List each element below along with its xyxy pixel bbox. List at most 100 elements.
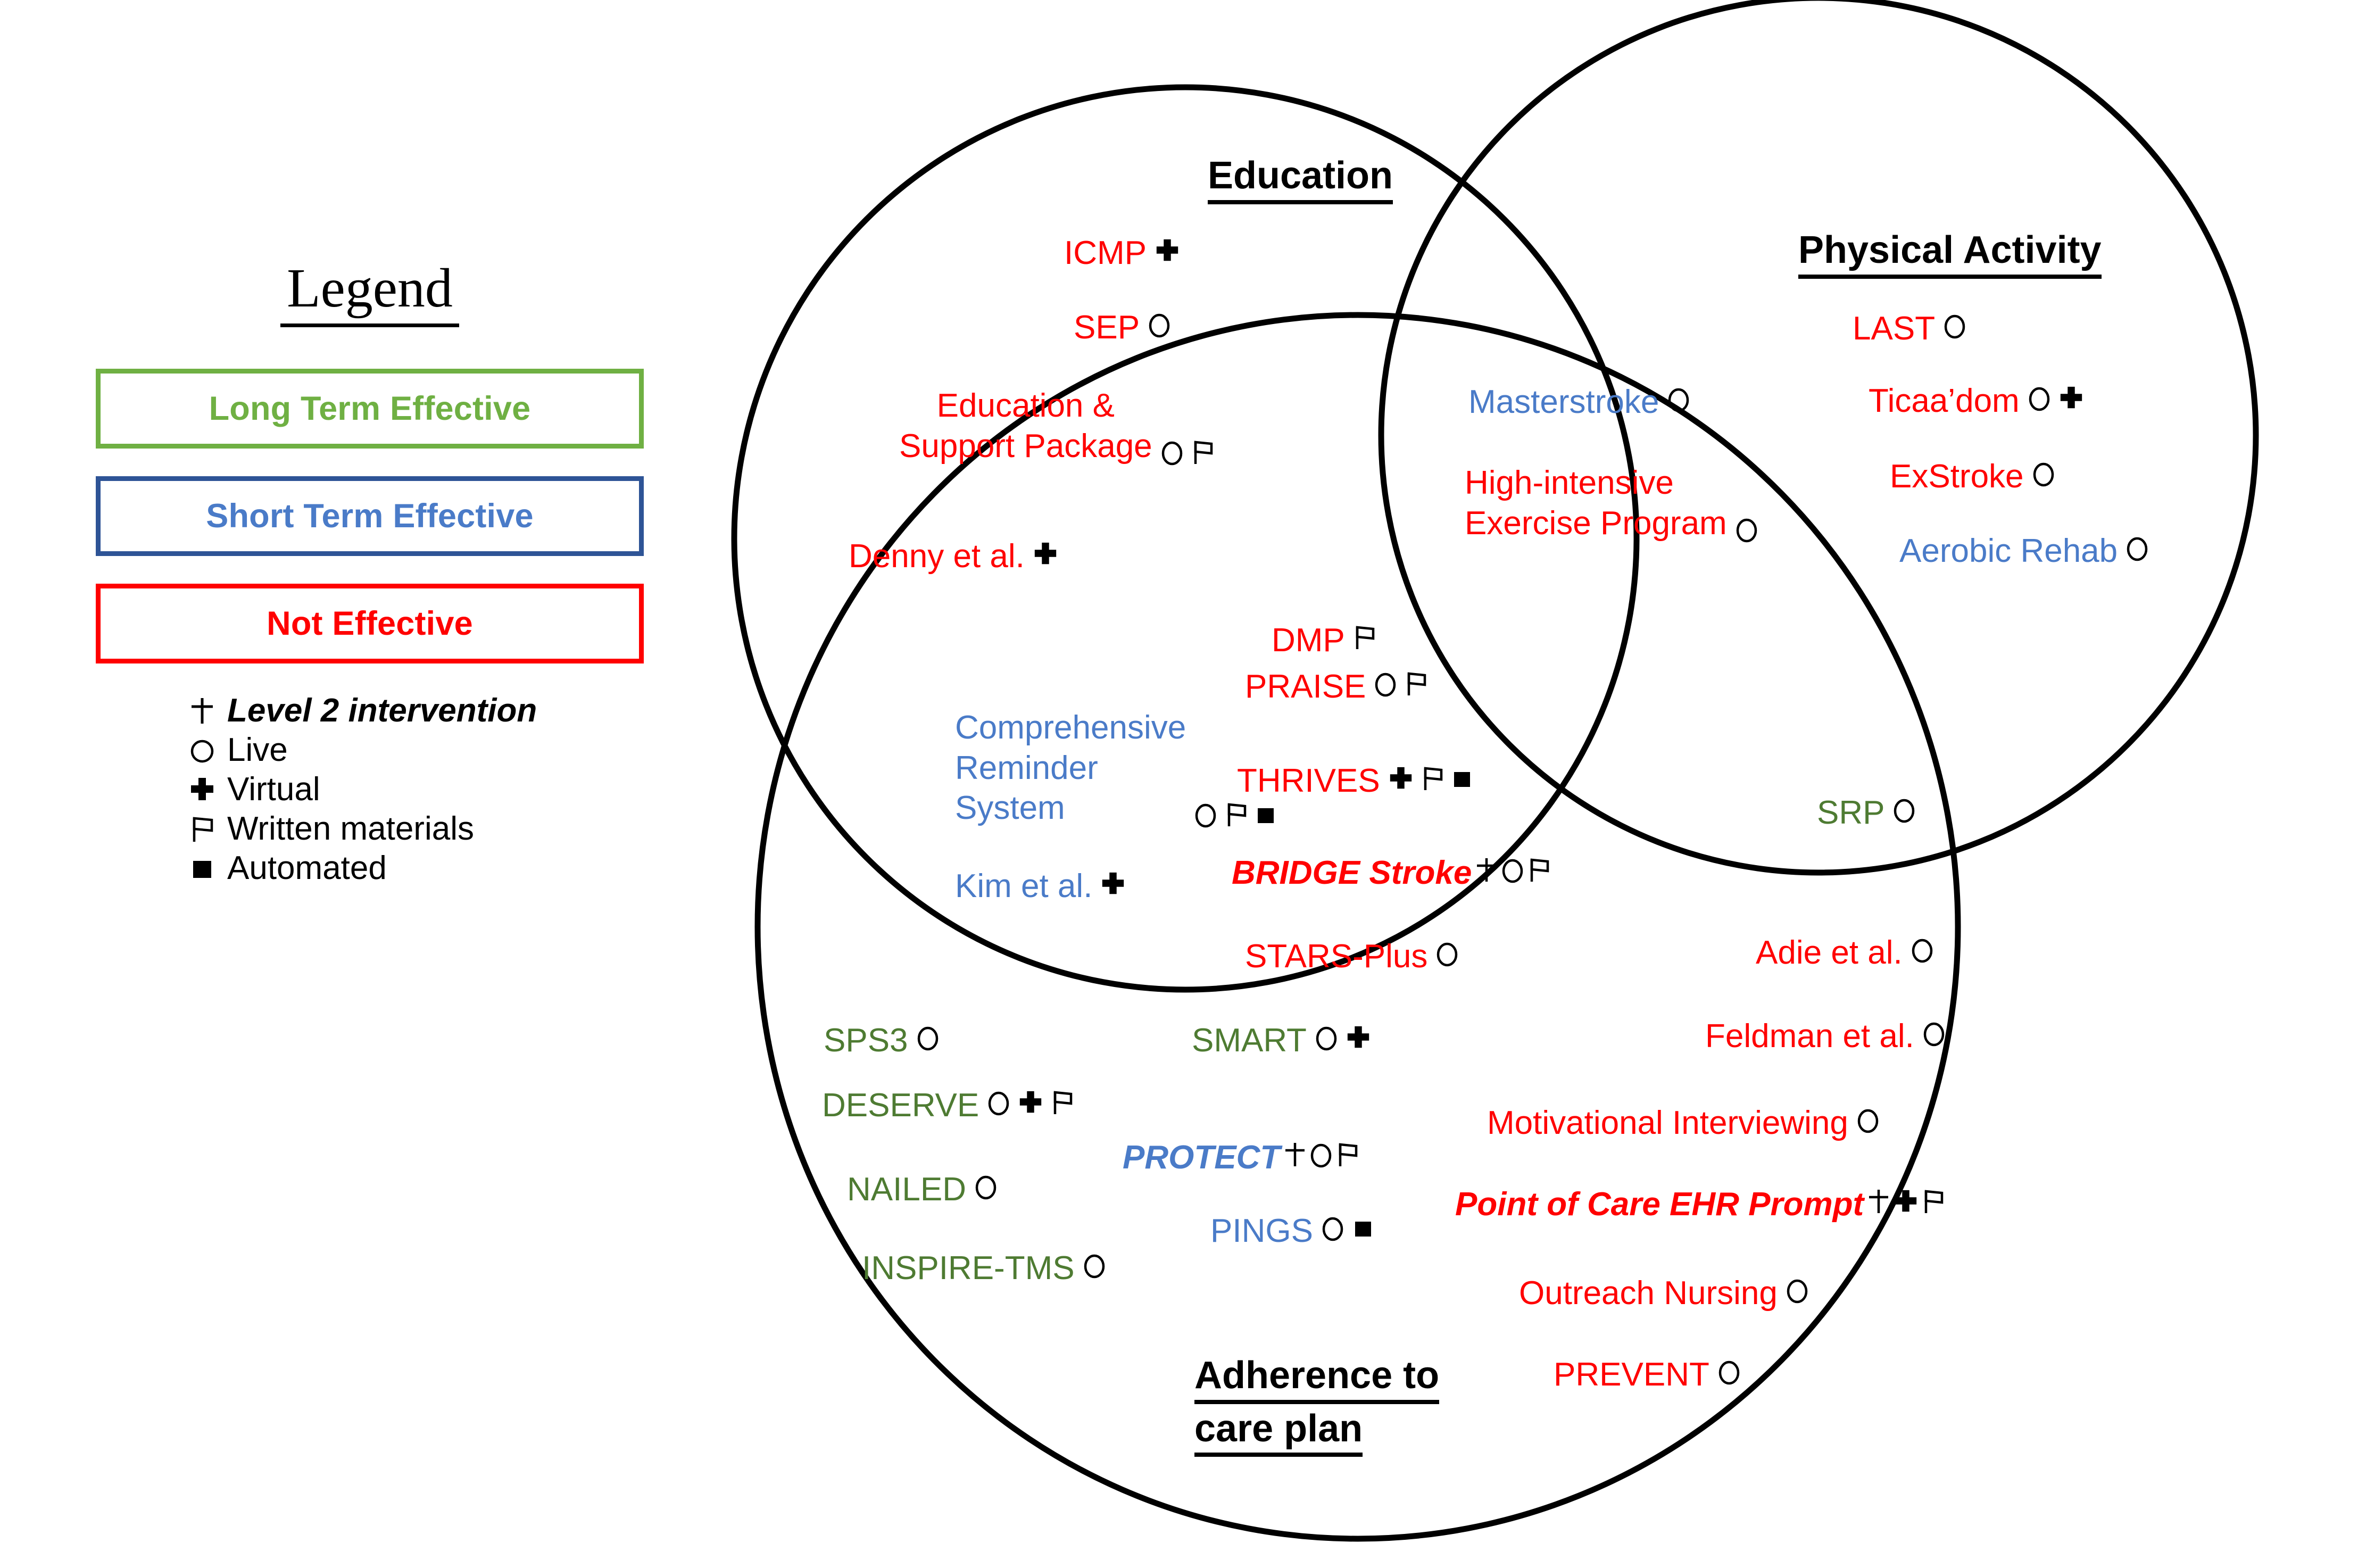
- flag-icon: [184, 814, 221, 844]
- legend-label-long-term-effective: Long Term Effective: [209, 390, 531, 427]
- entry-marks: [1283, 1141, 1361, 1168]
- legend-label-short-term-effective: Short Term Effective: [206, 497, 534, 535]
- entry-adie-et-al: Adie et al.: [1756, 934, 1934, 973]
- entry-marks: [1435, 940, 1459, 967]
- filled-square-icon: [1450, 765, 1474, 792]
- legend: Legend Long Term Effective Short Term Ef…: [80, 261, 660, 888]
- entry-marks: [1785, 1276, 1809, 1304]
- symbol-key-row-written: Written materials: [184, 809, 660, 849]
- entry-stars-plus: STARS-Plus: [1245, 938, 1459, 976]
- hollow-circle-icon: [184, 735, 221, 765]
- entry-marks: [1910, 936, 1934, 964]
- flag-icon: [1352, 624, 1376, 651]
- entry-marks: [1717, 1358, 1741, 1386]
- entry-marks: [1352, 624, 1376, 651]
- bold-plus-icon: [184, 775, 221, 804]
- hollow-circle-icon: [1666, 385, 1691, 413]
- entry-sps3: SPS3: [824, 1022, 940, 1060]
- filled-square-icon: [1254, 801, 1277, 828]
- flag-icon: [1527, 856, 1550, 884]
- entry-marks: [2031, 460, 2056, 487]
- entry-marks: [1100, 870, 1126, 897]
- flag-icon: [1921, 1188, 1945, 1215]
- entry-marks: [1193, 801, 1277, 828]
- hollow-circle-icon: [1160, 438, 1184, 466]
- entry-marks: [1314, 1024, 1372, 1051]
- entry-ticaadom: Ticaa’dom: [1869, 382, 2085, 421]
- bold-plus-icon: [1154, 237, 1181, 264]
- hollow-circle-icon: [986, 1089, 1011, 1116]
- legend-label-not-effective: Not Effective: [267, 605, 473, 642]
- entry-comprehensive-reminder-system: Comprehensive Reminder System: [955, 708, 1277, 828]
- symbol-key-label-virtual: Virtual: [227, 771, 320, 808]
- hollow-circle-icon: [1942, 312, 1967, 339]
- entry-marks: [2027, 384, 2085, 412]
- entry-icmp: ICMP: [1064, 234, 1181, 273]
- entry-praise: PRAISE: [1245, 668, 1427, 707]
- flag-icon: [1224, 801, 1248, 828]
- entry-inspire-tms: INSPIRE-TMS: [862, 1249, 1107, 1288]
- symbol-key-label-written: Written materials: [227, 810, 474, 847]
- legend-box-long-term-effective: Long Term Effective: [96, 369, 644, 449]
- symbol-key-list: Level 2 intervention Live Virtual Writte…: [80, 691, 660, 888]
- hollow-circle-icon: [1500, 856, 1525, 884]
- hollow-circle-icon: [1892, 796, 1916, 824]
- entry-marks: [1321, 1214, 1375, 1242]
- hollow-circle-icon: [1193, 801, 1218, 828]
- flag-icon: [1050, 1089, 1074, 1116]
- hollow-circle-icon: [1147, 311, 1172, 338]
- bold-plus-icon: [1388, 765, 1414, 792]
- entry-deserve: DESERVE: [822, 1086, 1074, 1125]
- legend-box-not-effective: Not Effective: [96, 584, 644, 663]
- symbol-key-label-automated: Automated: [227, 850, 387, 886]
- symbol-key-label-live: Live: [227, 732, 288, 768]
- entry-pings: PINGS: [1210, 1212, 1375, 1251]
- entry-high-intensive-exercise-program: High-intensive Exercise Program: [1465, 463, 1759, 543]
- filled-square-icon: [1351, 1214, 1375, 1242]
- adherence-title: Adherence to care plan: [1194, 1354, 1440, 1457]
- hollow-circle-icon: [2031, 460, 2056, 487]
- entry-marks: [1734, 516, 1759, 543]
- entry-marks: [1154, 237, 1181, 264]
- entry-marks: [974, 1173, 998, 1200]
- entry-motivational-interviewing: Motivational Interviewing: [1487, 1104, 1880, 1143]
- hollow-circle-icon: [1856, 1106, 1880, 1134]
- entry-feldman-et-al: Feldman et al.: [1705, 1017, 1946, 1056]
- symbol-key-row-virtual: Virtual: [184, 770, 660, 809]
- legend-box-short-term-effective: Short Term Effective: [96, 476, 644, 556]
- education-title: Education: [1208, 154, 1393, 204]
- hollow-circle-icon: [1717, 1358, 1741, 1386]
- entry-masterstroke: Masterstroke: [1468, 383, 1691, 422]
- hollow-circle-icon: [2125, 534, 2149, 562]
- entry-marks: [1867, 1188, 1947, 1215]
- physical-activity-circle: [1378, 0, 2259, 876]
- entry-bridge-stroke: BRIDGE Stroke: [1232, 854, 1552, 893]
- hollow-circle-icon: [1373, 670, 1398, 698]
- bold-plus-icon: [1100, 870, 1126, 897]
- legend-title-wrap: Legend: [80, 261, 660, 327]
- entry-srp: SRP: [1817, 794, 1916, 833]
- flag-icon: [1421, 765, 1444, 792]
- entry-education-support-package: Education & Support Package: [899, 386, 1214, 466]
- entry-marks: [1475, 856, 1552, 884]
- entry-denny-et-al: Denny et al.: [849, 537, 1059, 576]
- entry-exstroke: ExStroke: [1890, 458, 2056, 496]
- entry-marks: [1160, 438, 1214, 466]
- entry-nailed: NAILED: [847, 1171, 998, 1209]
- entry-aerobic-rehab: Aerobic Rehab: [1899, 532, 2149, 571]
- hollow-circle-icon: [1314, 1024, 1339, 1051]
- hollow-circle-icon: [1785, 1276, 1809, 1304]
- entry-marks: [1082, 1251, 1107, 1279]
- entry-marks: [1147, 311, 1172, 338]
- entry-marks: [1942, 312, 1967, 339]
- entry-outreach-nursing: Outreach Nursing: [1519, 1274, 1809, 1313]
- entry-marks: [2125, 534, 2149, 562]
- entry-smart: SMART: [1192, 1022, 1372, 1060]
- entry-protect: PROTECT: [1123, 1139, 1361, 1177]
- entry-last: LAST: [1853, 310, 1967, 349]
- entry-marks: [1856, 1106, 1880, 1134]
- thin-cross-icon: [184, 696, 221, 726]
- thin-cross-icon: [1475, 856, 1498, 884]
- symbol-key-row-live: Live: [184, 731, 660, 770]
- entry-marks: [916, 1024, 940, 1051]
